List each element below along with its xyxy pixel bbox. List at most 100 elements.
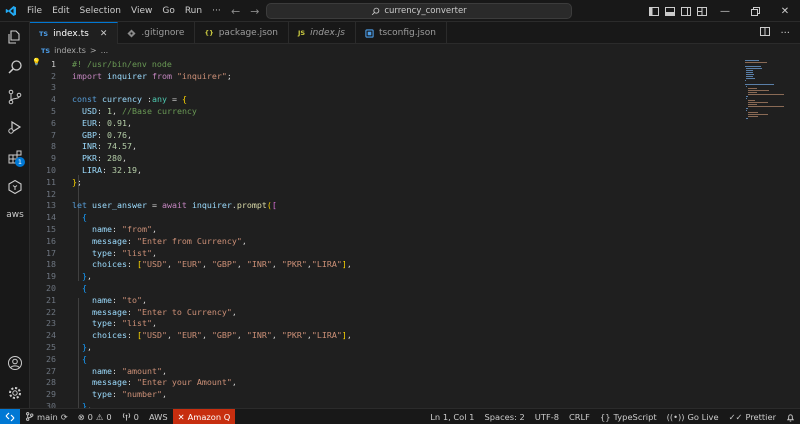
forward-arrow-icon[interactable]: → — [250, 5, 259, 18]
code-line[interactable]: 14 { — [30, 211, 740, 223]
menu-run[interactable]: Run — [180, 0, 207, 22]
restore-icon[interactable] — [740, 0, 770, 22]
breadcrumb-separator: > — [89, 46, 97, 55]
code-line[interactable]: 2 import inquirer from "inquirer"; — [30, 70, 740, 82]
accounts-icon[interactable] — [0, 348, 30, 378]
close-window-icon[interactable]: ✕ — [770, 0, 800, 22]
search-view-icon[interactable] — [0, 52, 30, 82]
menu-selection[interactable]: Selection — [75, 0, 126, 22]
remote-explorer-icon[interactable] — [0, 172, 30, 202]
tab-gitignore[interactable]: .gitignore — [118, 22, 196, 44]
more-actions-icon[interactable]: ··· — [780, 28, 790, 39]
code-line[interactable]: 18 choices: ["USD", "EUR", "GBP", "INR",… — [30, 259, 740, 271]
code-line[interactable]: 7 GBP: 0.76, — [30, 129, 740, 141]
aws-status[interactable]: AWS — [144, 409, 173, 424]
prettier-status[interactable]: ✓✓ Prettier — [724, 409, 781, 424]
minimap-line — [745, 62, 768, 63]
code-line[interactable]: 9 PKR: 280, — [30, 152, 740, 164]
branch-status[interactable]: main ⟳ — [20, 409, 73, 424]
tab-index-js[interactable]: JS index.js — [289, 22, 356, 44]
code-line[interactable]: 11}; — [30, 176, 740, 188]
problems-status[interactable]: ⊗ 0 ⚠ 0 — [73, 409, 117, 424]
ports-status[interactable]: 0 — [117, 409, 144, 424]
remote-indicator-icon[interactable] — [0, 408, 20, 424]
menu-bar: File Edit Selection View Go Run ··· — [22, 0, 226, 22]
split-editor-icon[interactable] — [760, 27, 771, 39]
run-debug-icon[interactable] — [0, 112, 30, 142]
ports-antenna-icon — [122, 413, 130, 421]
code-text: name: "amount", — [92, 365, 167, 376]
toggle-panel-icon[interactable] — [662, 0, 678, 22]
warning-icon: ⚠ — [95, 411, 104, 422]
language-status[interactable]: {} TypeScript — [595, 409, 662, 424]
toggle-primary-sidebar-icon[interactable] — [646, 0, 662, 22]
line-number: 15 — [46, 224, 56, 235]
minimap[interactable] — [740, 57, 800, 408]
manage-gear-icon[interactable] — [0, 378, 30, 408]
code-line[interactable]: 27 name: "amount", — [30, 365, 740, 377]
source-control-icon[interactable] — [0, 82, 30, 112]
code-line[interactable]: 26 { — [30, 353, 740, 365]
code-line[interactable]: 17 type: "list", — [30, 247, 740, 259]
close-icon[interactable]: ✕ — [100, 29, 108, 39]
code-text: EUR: 0.91, — [82, 117, 132, 128]
lightbulb-icon[interactable]: 💡 — [32, 58, 41, 66]
explorer-icon[interactable] — [0, 22, 30, 52]
command-center-search[interactable]: currency_converter — [266, 3, 572, 19]
menu-file[interactable]: File — [22, 0, 47, 22]
breadcrumb-symbols[interactable]: ... — [101, 46, 109, 55]
code-line[interactable]: 15 name: "from", — [30, 223, 740, 235]
minimize-icon[interactable]: — — [710, 0, 740, 22]
line-number: 14 — [46, 212, 56, 223]
code-editor[interactable]: 1 #! /usr/bin/env node 💡 2 import inquirer f… — [30, 57, 740, 408]
tab-tsconfig-json[interactable]: tsconfig.json — [356, 22, 447, 44]
line-number: 8 — [51, 141, 56, 152]
code-line[interactable]: 25 }, — [30, 341, 740, 353]
amazon-q-status[interactable]: ✕ Amazon Q — [172, 408, 236, 424]
code-line[interactable]: 30 }, — [30, 400, 740, 408]
tab-package-json[interactable]: {} package.json — [195, 22, 289, 44]
code-line[interactable]: 23 type: "list", — [30, 318, 740, 330]
code-line[interactable]: 10 LIRA: 32.19, — [30, 164, 740, 176]
breadcrumb-file[interactable]: index.ts — [54, 46, 86, 55]
customize-layout-icon[interactable] — [694, 0, 710, 22]
branch-name: main — [37, 411, 58, 422]
menu-view[interactable]: View — [126, 0, 157, 22]
code-line[interactable]: 22 message: "Enter to Currency", — [30, 306, 740, 318]
code-line[interactable]: 28 message: "Enter your Amount", — [30, 377, 740, 389]
back-arrow-icon[interactable]: ← — [231, 5, 240, 18]
code-text: }; — [72, 176, 82, 187]
typescript-file-icon: TS — [39, 29, 49, 38]
code-text: type: "list", — [92, 247, 157, 258]
tab-index-ts[interactable]: TS index.ts ✕ — [30, 22, 119, 44]
code-line[interactable]: 16 message: "Enter from Currency", — [30, 235, 740, 247]
code-line[interactable]: 29 type: "number", — [30, 388, 740, 400]
minimap-line — [745, 84, 774, 85]
menu-go[interactable]: Go — [157, 0, 179, 22]
code-line[interactable]: 5 USD: 1, //Base currency — [30, 105, 740, 117]
code-line[interactable]: 4 const currency :any = { — [30, 93, 740, 105]
menu-edit[interactable]: Edit — [47, 0, 74, 22]
code-line[interactable]: 21 name: "to", — [30, 294, 740, 306]
code-line[interactable]: 13 let user_answer = await inquirer.promp… — [30, 200, 740, 212]
code-line[interactable]: 19 }, — [30, 270, 740, 282]
code-line[interactable]: 3 — [30, 82, 740, 94]
code-line[interactable]: 24 choices: ["USD", "EUR", "GBP", "INR",… — [30, 329, 740, 341]
code-line[interactable]: 20 { — [30, 282, 740, 294]
sync-icon[interactable]: ⟳ — [61, 412, 68, 422]
aws-toolkit-icon[interactable]: aws — [0, 200, 30, 230]
code-line[interactable]: 1 #! /usr/bin/env node 💡 — [30, 58, 740, 70]
extensions-icon[interactable]: 1 — [0, 142, 30, 172]
eol-status[interactable]: CRLF — [564, 409, 595, 424]
indentation-status[interactable]: Spaces: 2 — [479, 409, 529, 424]
code-line[interactable]: 8 INR: 74.57, — [30, 141, 740, 153]
go-live-status[interactable]: ((•)) Go Live — [662, 409, 724, 424]
code-line[interactable]: 6 EUR: 0.91, — [30, 117, 740, 129]
cursor-position[interactable]: Ln 1, Col 1 — [425, 409, 479, 424]
toggle-secondary-sidebar-icon[interactable] — [678, 0, 694, 22]
encoding-status[interactable]: UTF-8 — [530, 409, 564, 424]
search-text: currency_converter — [384, 6, 467, 16]
menu-more[interactable]: ··· — [207, 0, 226, 22]
code-line[interactable]: 12 — [30, 188, 740, 200]
notifications-status[interactable] — [781, 409, 800, 424]
